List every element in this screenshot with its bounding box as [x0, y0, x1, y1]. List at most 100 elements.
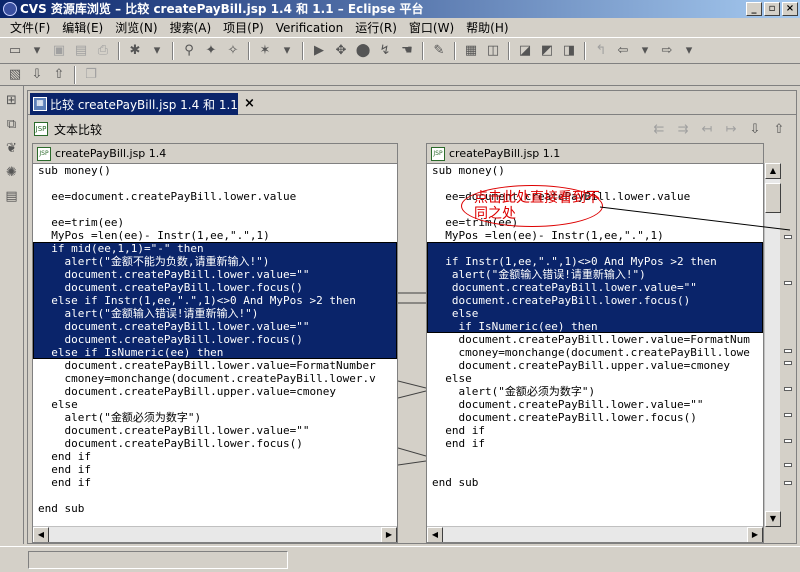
- code-line[interactable]: document.createPayBill.upper.value=cmone…: [427, 359, 763, 372]
- code-line[interactable]: document.createPayBill.lower.value="": [427, 281, 763, 294]
- code-line[interactable]: document.createPayBill.upper.value=cmone…: [33, 385, 397, 398]
- menu-navigate[interactable]: 浏览(N): [109, 19, 163, 36]
- copy-right-icon[interactable]: ↦: [720, 119, 742, 139]
- prev-diff-icon[interactable]: ⇧: [768, 119, 790, 139]
- hierarchy-icon[interactable]: ✧: [222, 41, 244, 61]
- step-icon[interactable]: ✥: [330, 41, 352, 61]
- tab-close-icon[interactable]: ×: [244, 96, 255, 111]
- code-line[interactable]: [33, 203, 397, 216]
- pen-icon[interactable]: ✎: [428, 41, 450, 61]
- minimize-button[interactable]: _: [746, 2, 762, 16]
- disconnect-icon[interactable]: ↯: [374, 41, 396, 61]
- diff-marker[interactable]: [784, 463, 792, 467]
- butterfly-icon[interactable]: ❦: [2, 138, 22, 158]
- stop-icon[interactable]: ⬤: [352, 41, 374, 61]
- code-line[interactable]: document.createPayBill.lower.value="": [427, 398, 763, 411]
- scroll-up-icon[interactable]: ▲: [765, 163, 781, 179]
- compare-vscrollbar[interactable]: ▲ ▼: [764, 163, 781, 527]
- overview-ruler[interactable]: [782, 163, 796, 527]
- code-line[interactable]: cmoney=monchange(document.createPayBill.…: [427, 346, 763, 359]
- code-line[interactable]: if mid(ee,1,1)="-" then: [33, 242, 397, 255]
- code-line[interactable]: else: [427, 307, 763, 320]
- resume-icon[interactable]: ▶: [308, 41, 330, 61]
- menu-window[interactable]: 窗口(W): [403, 19, 460, 36]
- code-line[interactable]: if IsNumeric(ee) then: [427, 320, 763, 333]
- resource-icon[interactable]: ⧉: [2, 114, 22, 134]
- code-line[interactable]: end if: [427, 437, 763, 450]
- code-line[interactable]: sub money(): [33, 164, 397, 177]
- diff-marker[interactable]: [784, 281, 792, 285]
- code-line[interactable]: document.createPayBill.lower.value=Forma…: [33, 359, 397, 372]
- diff-marker[interactable]: [784, 387, 792, 391]
- menu-verification[interactable]: Verification: [270, 21, 349, 35]
- scroll-thumb[interactable]: [765, 183, 781, 213]
- copy-all-right-icon[interactable]: ⇉: [672, 119, 694, 139]
- menu-project[interactable]: 项目(P): [217, 19, 270, 36]
- code-line[interactable]: [427, 450, 763, 463]
- annotate-next-icon[interactable]: ◩: [536, 41, 558, 61]
- perspective-icon[interactable]: ▦: [460, 41, 482, 61]
- code-line[interactable]: alert("金额必须为数字"): [427, 385, 763, 398]
- scroll-left-icon[interactable]: ◀: [427, 527, 443, 542]
- code-line[interactable]: else if IsNumeric(ee) then: [33, 346, 397, 359]
- scroll-left-icon[interactable]: ◀: [33, 527, 49, 542]
- left-code[interactable]: sub money() ee=document.createPayBill.lo…: [33, 164, 397, 515]
- drop-frame-icon[interactable]: ☚: [396, 41, 418, 61]
- code-line[interactable]: ee=trim(ee): [33, 216, 397, 229]
- code-line[interactable]: alert("金额输入错误!请重新输入!"): [427, 268, 763, 281]
- left-compare-pane[interactable]: JSP createPayBill.jsp 1.4 sub money() ee…: [32, 143, 398, 543]
- up-arrow-icon[interactable]: ⇧: [48, 65, 70, 85]
- code-line[interactable]: end sub: [427, 476, 763, 489]
- run-config-icon[interactable]: ✶: [254, 41, 276, 61]
- code-line[interactable]: document.createPayBill.lower.focus(): [33, 437, 397, 450]
- next-diff-icon[interactable]: ⇩: [744, 119, 766, 139]
- dropdown-icon[interactable]: ▾: [634, 41, 656, 61]
- code-line[interactable]: alert("金额输入错误!请重新输入!"): [33, 307, 397, 320]
- menu-file[interactable]: 文件(F): [4, 19, 56, 36]
- open-perspective-icon[interactable]: ⊞: [2, 90, 22, 110]
- diff-marker[interactable]: [784, 439, 792, 443]
- dropdown-icon[interactable]: ▾: [146, 41, 168, 61]
- cvs-icon[interactable]: ◫: [482, 41, 504, 61]
- new-icon[interactable]: ▭: [4, 41, 26, 61]
- code-line[interactable]: document.createPayBill.lower.focus(): [33, 333, 397, 346]
- diff-marker[interactable]: [784, 481, 792, 485]
- code-line[interactable]: end sub: [33, 502, 397, 515]
- code-line[interactable]: end if: [427, 424, 763, 437]
- code-line[interactable]: [33, 489, 397, 502]
- code-line[interactable]: else: [427, 372, 763, 385]
- code-line[interactable]: [33, 177, 397, 190]
- back-icon[interactable]: ⇦: [612, 41, 634, 61]
- code-line[interactable]: alert("金额必须为数字"): [33, 411, 397, 424]
- diff-marker[interactable]: [784, 349, 792, 353]
- code-line[interactable]: alert("金额不能为负数,请重新输入!"): [33, 255, 397, 268]
- right-hscrollbar[interactable]: ◀ ▶: [427, 526, 763, 542]
- dropdown-icon[interactable]: ▾: [678, 41, 700, 61]
- copy-left-icon[interactable]: ↤: [696, 119, 718, 139]
- code-line[interactable]: else: [33, 398, 397, 411]
- save-icon[interactable]: ▣: [48, 41, 70, 61]
- dropdown-icon[interactable]: ▾: [276, 41, 298, 61]
- maximize-button[interactable]: ▫: [764, 2, 780, 16]
- down-arrow-icon[interactable]: ⇩: [26, 65, 48, 85]
- code-line[interactable]: end if: [33, 476, 397, 489]
- code-line[interactable]: else if Instr(1,ee,".",1)<>0 And MyPos >…: [33, 294, 397, 307]
- cvs-perspective-icon[interactable]: ▤: [2, 186, 22, 206]
- close-button[interactable]: ×: [782, 2, 798, 16]
- debug-icon[interactable]: ✱: [124, 41, 146, 61]
- last-edit-icon[interactable]: ↰: [590, 41, 612, 61]
- diff-marker[interactable]: [784, 361, 792, 365]
- menu-edit[interactable]: 编辑(E): [56, 19, 109, 36]
- scroll-right-icon[interactable]: ▶: [747, 527, 763, 542]
- code-line[interactable]: document.createPayBill.lower.focus(): [427, 411, 763, 424]
- debug-bug-icon[interactable]: ✺: [2, 162, 22, 182]
- dropdown-icon[interactable]: ▾: [26, 41, 48, 61]
- diff-marker[interactable]: [784, 413, 792, 417]
- copy-all-left-icon[interactable]: ⇇: [648, 119, 670, 139]
- code-line[interactable]: MyPos =len(ee)- Instr(1,ee,".",1): [427, 229, 763, 242]
- code-line[interactable]: cmoney=monchange(document.createPayBill.…: [33, 372, 397, 385]
- code-line[interactable]: document.createPayBill.lower.value="": [33, 320, 397, 333]
- annotate-prev-icon[interactable]: ◨: [558, 41, 580, 61]
- code-line[interactable]: document.createPayBill.lower.focus(): [33, 281, 397, 294]
- code-line[interactable]: document.createPayBill.lower.focus(): [427, 294, 763, 307]
